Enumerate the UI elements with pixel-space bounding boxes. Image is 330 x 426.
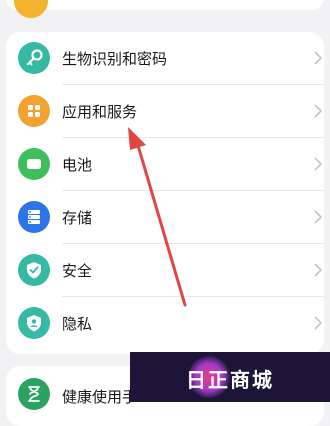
- watermark-text: 日正商城: [186, 368, 274, 392]
- previous-settings-group: [6, 0, 324, 10]
- settings-item-label: 应用和服务: [62, 103, 138, 121]
- chevron-right-icon: [314, 51, 323, 65]
- chevron-right-icon: [314, 316, 323, 330]
- settings-item-label: 电池: [62, 156, 93, 174]
- settings-item-security[interactable]: 安全: [6, 244, 324, 297]
- shield-icon: [18, 254, 50, 286]
- chevron-right-icon: [314, 210, 323, 224]
- settings-item-privacy[interactable]: 隐私: [6, 297, 324, 350]
- settings-item-label: 存储: [62, 209, 93, 227]
- settings-item-label: 隐私: [62, 315, 93, 333]
- chevron-right-icon: [314, 263, 323, 277]
- chevron-right-icon: [314, 157, 323, 171]
- settings-item-battery[interactable]: 电池: [6, 138, 324, 191]
- settings-item-storage[interactable]: 存储: [6, 191, 324, 244]
- settings-item-label: 安全: [62, 262, 93, 280]
- partial-top-icon: [14, 0, 48, 18]
- settings-item-health-label[interactable]: 健康使用手: [62, 386, 137, 407]
- settings-group: 生物识别和密码 应用和服务 电池 存储 安全 隐私: [6, 32, 324, 354]
- privacy-icon: [18, 307, 50, 339]
- storage-icon: [18, 201, 50, 233]
- settings-item-biometrics[interactable]: 生物识别和密码: [6, 32, 324, 85]
- apps-grid-icon: [18, 95, 50, 127]
- hourglass-icon: [18, 378, 50, 410]
- chevron-right-icon: [314, 104, 323, 118]
- watermark-logo: 日正商城: [130, 352, 330, 402]
- settings-item-apps-services[interactable]: 应用和服务: [6, 85, 324, 138]
- key-icon: [18, 42, 50, 74]
- battery-icon: [18, 148, 50, 180]
- settings-item-label: 生物识别和密码: [62, 50, 168, 68]
